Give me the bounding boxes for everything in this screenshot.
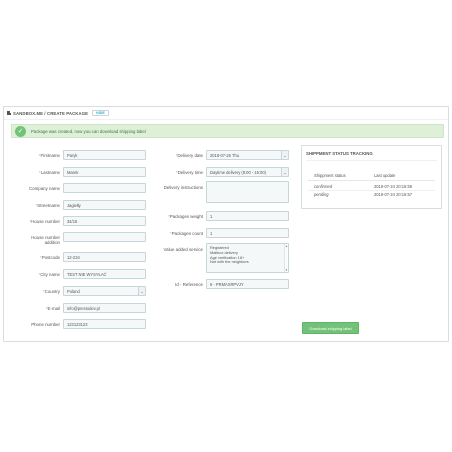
packages-weight-input[interactable]: 1 [206, 211, 289, 221]
divider [306, 160, 437, 161]
email-input[interactable]: info@prestodev.pl [63, 303, 146, 313]
delivery-date-select[interactable]: 2018-07-26 Thu ⌄ [206, 150, 289, 160]
delivery-time-select[interactable]: Daytime delivery (8:00 - 15:00) ⌄ [206, 167, 289, 177]
delivery-instructions-label: Delivery instructions [163, 185, 203, 190]
reference-input[interactable]: 6 - PRMAXRPVJY [206, 279, 289, 289]
table-cell-update: 2018-07-24 20:16:57 [374, 192, 413, 197]
shipment-tracking-box: Shippment Status Tracking Shippment stat… [301, 145, 442, 209]
scroll-up-icon[interactable]: ▲ [285, 244, 288, 248]
company-input[interactable] [63, 183, 146, 193]
tracking-title: Shippment Status Tracking [306, 151, 373, 156]
divider [308, 180, 435, 181]
chevron-down-icon: ⌄ [281, 168, 288, 176]
alert-text: Package was created, now you can downloa… [31, 128, 146, 134]
value-added-service-list[interactable]: Registered Mailbox delivery Age verifica… [206, 243, 289, 273]
service-option[interactable]: Not with the neighbors [210, 260, 288, 265]
house-addition-input[interactable] [63, 232, 146, 242]
phone-input[interactable]: 123123123 [63, 319, 146, 329]
streetname-input[interactable]: Jagiełły [63, 200, 146, 210]
packages-count-input[interactable]: 1 [206, 228, 289, 238]
house-addition-label: House number addition [31, 235, 60, 245]
delivery-date-label: Delivery date [150, 153, 203, 158]
value-added-service-label: Value added service [163, 247, 203, 252]
email-label: E-mail [8, 306, 60, 311]
reference-label: Id - Reference [175, 282, 203, 287]
postcode-input[interactable]: 12-234 [63, 252, 146, 262]
packages-count-label: Packages count [150, 231, 203, 236]
delivery-time-label: Delivery time [150, 170, 203, 175]
postcode-label: Postcode [8, 255, 60, 260]
table-cell-status: pending [314, 192, 329, 197]
hide-button[interactable]: HIDE [92, 110, 109, 116]
table-cell-status: confirmed [314, 184, 332, 189]
country-label: Country [8, 289, 60, 294]
lastname-label: Lastname [8, 170, 60, 175]
company-label: Company name [29, 186, 60, 191]
city-input[interactable]: TEST NIE WYSYŁAĆ [63, 269, 146, 279]
checkmark-icon: ✓ [15, 125, 26, 137]
column-header-update: Last update [374, 173, 396, 178]
divider [308, 190, 435, 191]
success-alert: ✓ Package was created, now you can downl… [11, 124, 444, 138]
streetname-label: Streetname [8, 203, 60, 208]
firstname-input[interactable]: Paryk [63, 150, 146, 160]
country-select[interactable]: Poland ⌄ [63, 286, 146, 296]
scroll-down-icon[interactable]: ▼ [285, 268, 288, 272]
table-cell-update: 2018-07-24 20:16:59 [374, 184, 413, 189]
download-label-button[interactable]: Download shipping label [302, 322, 359, 334]
create-package-panel: Sandbox.me / Create Package HIDE ✓ Packa… [3, 106, 449, 342]
lastname-input[interactable]: Marek [63, 167, 146, 177]
city-label: City name [8, 272, 60, 277]
firstname-label: Firstname [8, 153, 60, 158]
column-header-status: Shippment status [314, 173, 346, 178]
panel-header: Sandbox.me / Create Package HIDE [4, 107, 448, 120]
chevron-down-icon: ⌄ [281, 151, 288, 159]
packages-weight-label: Packages weight [150, 214, 203, 219]
chevron-down-icon: ⌄ [138, 287, 145, 295]
house-number-input[interactable]: 34/15 [63, 216, 146, 226]
panel-title: Sandbox.me / Create Package [13, 110, 89, 116]
house-number-label: House number [8, 219, 60, 224]
document-icon [7, 111, 11, 115]
phone-label: Phone number [31, 322, 60, 327]
delivery-instructions-textarea[interactable] [206, 181, 289, 203]
listbox-scrollbar[interactable]: ▲ ▼ [284, 244, 288, 272]
